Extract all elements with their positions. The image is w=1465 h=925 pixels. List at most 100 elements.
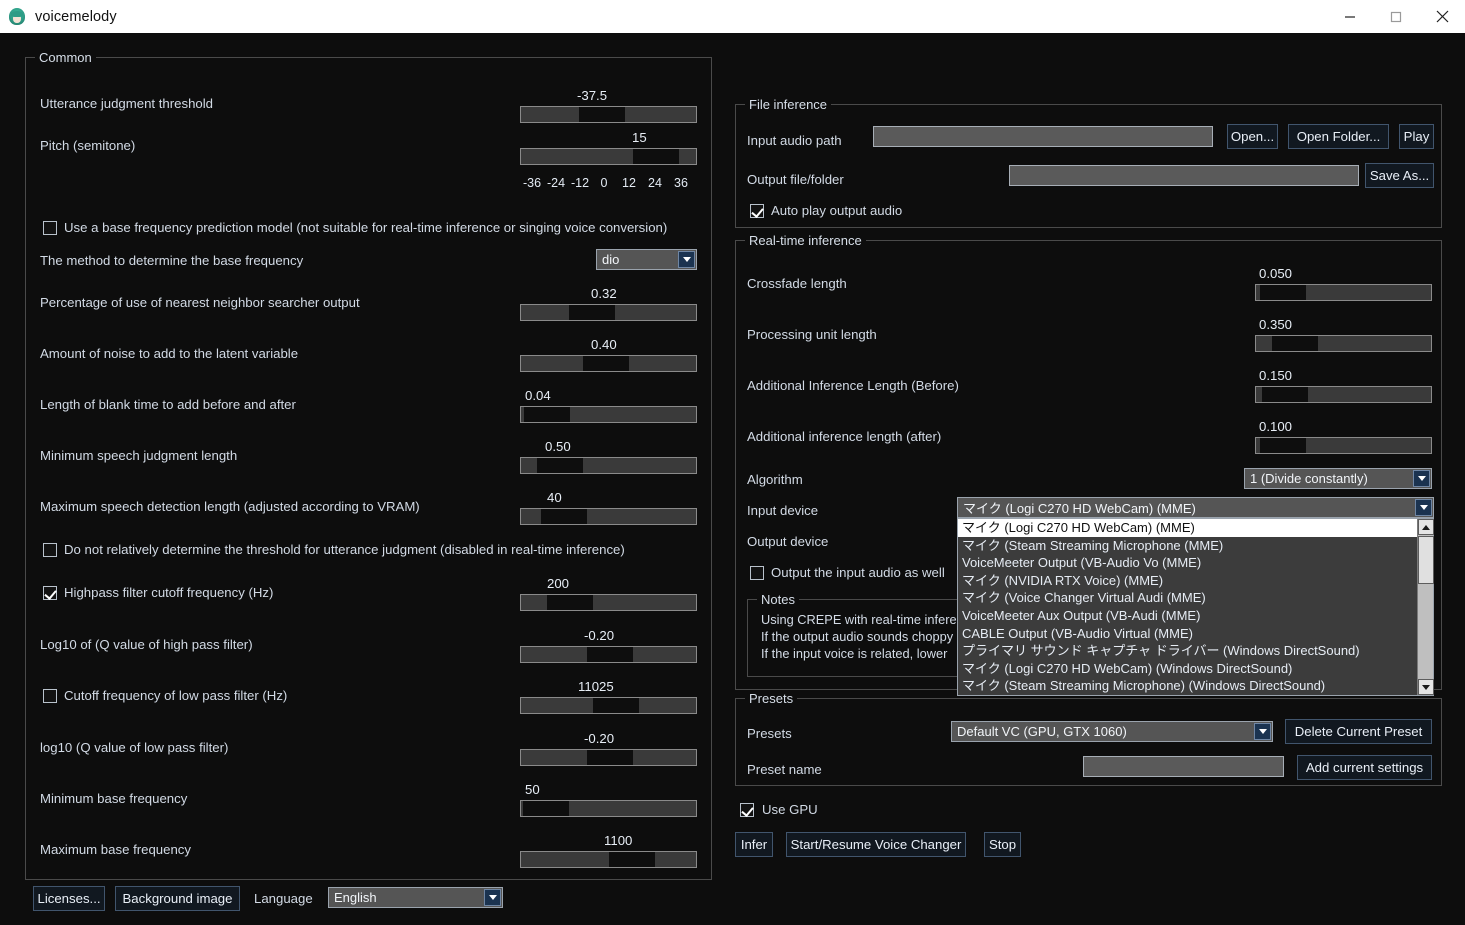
slider-max-speech-length[interactable] — [520, 508, 697, 525]
chevron-down-icon[interactable] — [1413, 470, 1430, 487]
file-inference-legend: File inference — [745, 97, 831, 112]
value-min-base-frequency: 50 — [525, 782, 540, 797]
slider-latent-noise[interactable] — [520, 355, 697, 372]
label-crossfade-length: Crossfade length — [747, 276, 847, 291]
title-bar: voicemelody — [0, 0, 1465, 33]
checkbox-auto-play-output[interactable] — [750, 204, 764, 218]
dropdown-item[interactable]: マイク (Steam Streaming Microphone) (Window… — [958, 677, 1417, 695]
checkbox-highpass-cutoff[interactable] — [43, 586, 57, 600]
combo-presets-value: Default VC (GPU, GTX 1060) — [952, 724, 1127, 739]
label-log10-q-lowpass: log10 (Q value of low pass filter) — [40, 740, 228, 755]
label-output-file-folder: Output file/folder — [747, 172, 844, 187]
combo-base-frequency-method-value: dio — [597, 252, 619, 267]
save-as-button[interactable]: Save As... — [1365, 163, 1434, 188]
slider-min-speech-length[interactable] — [520, 457, 697, 474]
play-button[interactable]: Play — [1399, 124, 1434, 149]
background-image-button[interactable]: Background image — [115, 886, 240, 911]
output-file-folder-field[interactable] — [1009, 165, 1359, 186]
value-utterance-threshold: -37.5 — [577, 88, 607, 103]
checkbox-lowpass-cutoff[interactable] — [43, 689, 57, 703]
value-crossfade-length: 0.050 — [1259, 266, 1292, 281]
realtime-inference-legend: Real-time inference — [745, 233, 866, 248]
value-highpass-cutoff: 200 — [547, 576, 569, 591]
checkbox-no-relative-threshold[interactable] — [43, 543, 57, 557]
value-max-base-frequency: 1100 — [604, 833, 632, 848]
slider-lowpass-cutoff[interactable] — [520, 697, 697, 714]
open-folder-button[interactable]: Open Folder... — [1288, 124, 1389, 149]
label-additional-inference-after: Additional inference length (after) — [747, 429, 941, 444]
value-pitch: 15 — [632, 130, 647, 145]
pitch-tick: -12 — [568, 176, 592, 190]
input-audio-path-field[interactable] — [873, 126, 1213, 147]
combo-base-frequency-method[interactable]: dio — [596, 249, 697, 270]
preset-name-field[interactable] — [1083, 756, 1284, 777]
minimize-icon[interactable] — [1327, 0, 1373, 33]
slider-highpass-cutoff[interactable] — [520, 594, 697, 611]
slider-min-base-frequency[interactable] — [520, 800, 697, 817]
slider-crossfade-length[interactable] — [1255, 284, 1432, 301]
stop-button[interactable]: Stop — [984, 832, 1021, 857]
slider-utterance-threshold[interactable] — [520, 106, 697, 123]
checkbox-use-gpu[interactable] — [740, 803, 754, 817]
delete-current-preset-button[interactable]: Delete Current Preset — [1285, 719, 1432, 744]
dropdown-item[interactable]: マイク (Steam Streaming Microphone (MME) — [958, 537, 1417, 555]
pitch-tick: -24 — [544, 176, 568, 190]
label-output-input-audio: Output the input audio as well — [771, 565, 945, 580]
slider-pitch[interactable] — [520, 148, 697, 165]
label-additional-inference-before: Additional Inference Length (Before) — [747, 378, 959, 393]
slider-max-base-frequency[interactable] — [520, 851, 697, 868]
chevron-down-icon[interactable] — [484, 889, 501, 906]
dropdown-item[interactable]: マイク (Logi C270 HD WebCam) (MME) — [958, 519, 1417, 537]
slider-nearest-neighbor[interactable] — [520, 304, 697, 321]
label-preset-name: Preset name — [747, 762, 822, 777]
dropdown-item[interactable]: マイク (NVIDIA RTX Voice) (MME) — [958, 572, 1417, 590]
window-title: voicemelody — [35, 9, 117, 25]
start-resume-voice-changer-button[interactable]: Start/Resume Voice Changer — [786, 832, 966, 857]
slider-additional-inference-after[interactable] — [1255, 437, 1432, 454]
label-latent-noise: Amount of noise to add to the latent var… — [40, 346, 298, 361]
dropdown-scrollbar[interactable] — [1417, 519, 1433, 695]
infer-button[interactable]: Infer — [735, 832, 773, 857]
label-log10-q-highpass: Log10 of (Q value of high pass filter) — [40, 637, 253, 652]
combo-language-value: English — [329, 890, 377, 905]
combo-presets[interactable]: Default VC (GPU, GTX 1060) — [951, 721, 1273, 742]
chevron-down-icon[interactable] — [678, 251, 695, 268]
label-min-base-frequency: Minimum base frequency — [40, 791, 187, 806]
label-no-relative-threshold: Do not relatively determine the threshol… — [64, 542, 625, 557]
dropdown-item[interactable]: マイク (Logi C270 HD WebCam) (Windows Direc… — [958, 660, 1417, 678]
label-lowpass-cutoff: Cutoff frequency of low pass filter (Hz) — [64, 688, 287, 703]
combo-algorithm[interactable]: 1 (Divide constantly) — [1244, 468, 1432, 489]
dropdown-item[interactable]: VoiceMeeter Aux Output (VB-Audi (MME) — [958, 607, 1417, 625]
open-button[interactable]: Open... — [1227, 124, 1278, 149]
close-icon[interactable] — [1419, 0, 1465, 33]
maximize-icon[interactable] — [1373, 0, 1419, 33]
label-highpass-cutoff: Highpass filter cutoff frequency (Hz) — [64, 585, 273, 600]
slider-blank-time[interactable] — [520, 406, 697, 423]
slider-log10-q-lowpass[interactable] — [520, 749, 697, 766]
scroll-down-icon[interactable] — [1418, 679, 1434, 695]
chevron-down-icon[interactable] — [1415, 499, 1432, 516]
slider-processing-unit-length[interactable] — [1255, 335, 1432, 352]
label-max-base-frequency: Maximum base frequency — [40, 842, 191, 857]
checkbox-base-frequency-model[interactable] — [43, 221, 57, 235]
label-base-frequency-method: The method to determine the base frequen… — [40, 253, 303, 268]
slider-log10-q-highpass[interactable] — [520, 646, 697, 663]
scroll-up-icon[interactable] — [1418, 519, 1434, 535]
combo-input-device[interactable]: マイク (Logi C270 HD WebCam) (MME) — [957, 497, 1434, 518]
input-device-dropdown[interactable]: マイク (Logi C270 HD WebCam) (MME) マイク (Ste… — [957, 518, 1434, 696]
slider-additional-inference-before[interactable] — [1255, 386, 1432, 403]
add-current-settings-button[interactable]: Add current settings — [1297, 755, 1432, 780]
common-group: Common Utterance judgment threshold -37.… — [25, 57, 712, 880]
combo-language[interactable]: English — [328, 887, 503, 908]
dropdown-item[interactable]: プライマリ サウンド キャプチャ ドライバー (Windows DirectSo… — [958, 642, 1417, 660]
presets-group: Presets Presets Default VC (GPU, GTX 106… — [735, 698, 1442, 786]
value-log10-q-highpass: -0.20 — [584, 628, 614, 643]
licenses-button[interactable]: Licenses... — [33, 886, 105, 911]
dropdown-item[interactable]: CABLE Output (VB-Audio Virtual (MME) — [958, 625, 1417, 643]
checkbox-output-input-audio[interactable] — [750, 566, 764, 580]
dropdown-item[interactable]: マイク (Voice Changer Virtual Audi (MME) — [958, 589, 1417, 607]
dropdown-item[interactable]: VoiceMeeter Output (VB-Audio Vo (MME) — [958, 554, 1417, 572]
label-base-frequency-model: Use a base frequency prediction model (n… — [64, 220, 667, 235]
chevron-down-icon[interactable] — [1254, 723, 1271, 740]
scrollbar-thumb[interactable] — [1418, 536, 1434, 584]
